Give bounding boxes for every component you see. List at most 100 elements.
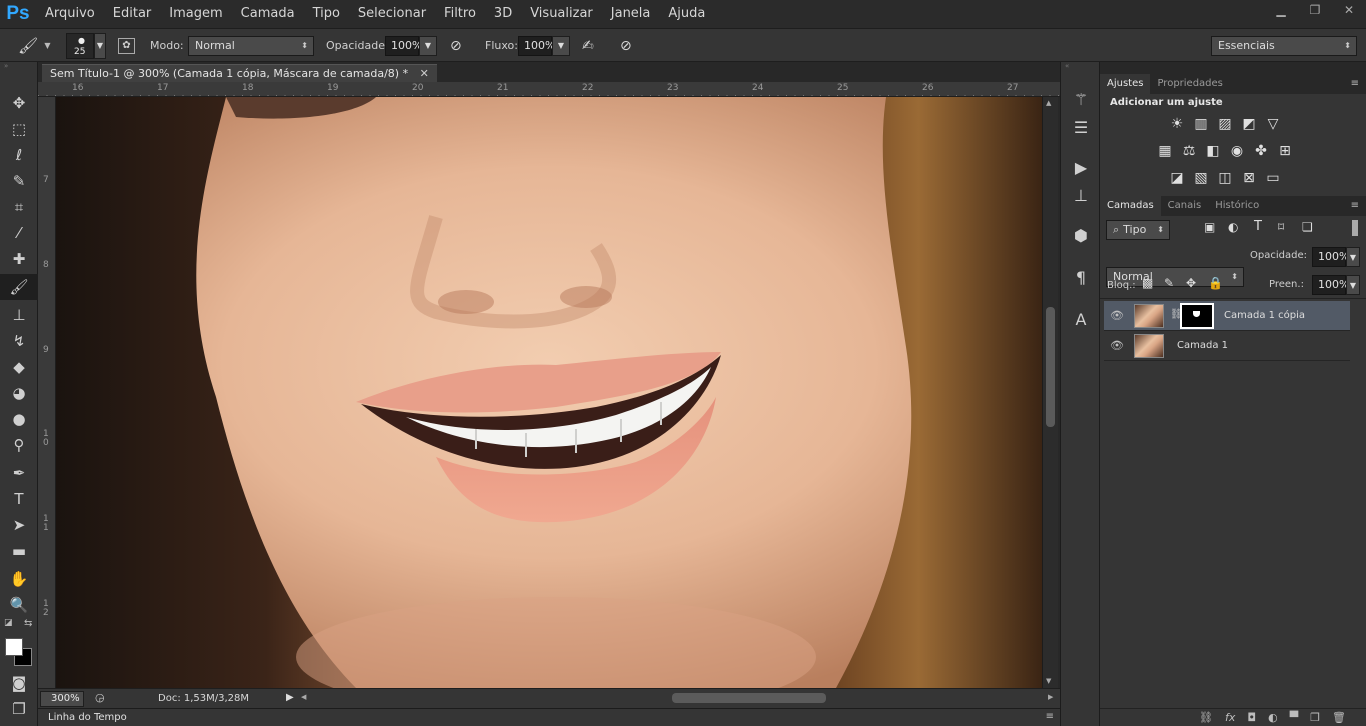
- posterize-icon[interactable]: ▧: [1192, 169, 1210, 187]
- quick-select-tool-icon[interactable]: ✎: [0, 168, 38, 194]
- document-tab[interactable]: Sem Título-1 @ 300% (Camada 1 cópia, Más…: [42, 64, 437, 82]
- screen-mode-icon[interactable]: ❐: [0, 696, 38, 722]
- timeline-panel[interactable]: Linha do Tempo ≡: [38, 708, 1060, 726]
- history-brush-tool-icon[interactable]: ↯: [0, 328, 38, 354]
- curves-icon[interactable]: ▨: [1216, 115, 1234, 133]
- scroll-left-icon[interactable]: ◀: [301, 693, 306, 701]
- restore-icon[interactable]: ❐: [1298, 0, 1332, 20]
- photo-filter-icon[interactable]: ◉: [1228, 142, 1246, 160]
- foreground-color-swatch[interactable]: [5, 638, 23, 656]
- marquee-tool-icon[interactable]: ⬚: [0, 116, 38, 142]
- quick-mask-icon[interactable]: ◙: [0, 670, 38, 696]
- hand-tool-icon[interactable]: ✋: [0, 566, 38, 592]
- menu-janela[interactable]: Janela: [602, 0, 660, 28]
- move-tool-icon[interactable]: ✥: [0, 90, 38, 116]
- tab-canais[interactable]: Canais: [1161, 196, 1209, 216]
- add-mask-icon[interactable]: ◘: [1247, 711, 1256, 724]
- lock-transparent-icon[interactable]: ▩: [1142, 276, 1153, 290]
- flow-dropdown[interactable]: ▼: [552, 35, 570, 56]
- brush-panel-toggle[interactable]: ✿: [118, 29, 135, 62]
- channel-mixer-icon[interactable]: ✤: [1252, 142, 1270, 160]
- menu-camada[interactable]: Camada: [232, 0, 304, 28]
- lock-paint-icon[interactable]: ✎: [1164, 276, 1174, 290]
- menu-editar[interactable]: Editar: [104, 0, 161, 28]
- brush-size-dropdown[interactable]: ▼: [94, 32, 106, 59]
- rectangle-tool-icon[interactable]: ▬: [0, 538, 38, 564]
- selective-color-icon[interactable]: ⊠: [1240, 169, 1258, 187]
- brush-settings-icon[interactable]: ☰: [1061, 114, 1101, 140]
- filter-pixel-icon[interactable]: ▣: [1204, 220, 1215, 234]
- clone-stamp-tool-icon[interactable]: ⊥: [0, 302, 38, 328]
- filter-type-icon[interactable]: T: [1254, 219, 1262, 234]
- pressure-size-icon[interactable]: ⊘: [620, 38, 632, 54]
- workspace-select[interactable]: Essenciais ⬍: [1211, 35, 1357, 56]
- scroll-up-icon[interactable]: ▲: [1046, 99, 1051, 107]
- layer-row-camada-1[interactable]: 👁 Camada 1: [1104, 331, 1350, 361]
- filter-smart-object-icon[interactable]: ❏: [1302, 220, 1313, 234]
- hue-saturation-icon[interactable]: ▦: [1156, 142, 1174, 160]
- color-lookup-icon[interactable]: ⊞: [1276, 142, 1294, 160]
- status-menu-icon[interactable]: ◶: [95, 691, 105, 704]
- brightness-icon[interactable]: ☀: [1168, 115, 1186, 133]
- filter-adjustment-icon[interactable]: ◐: [1228, 220, 1238, 234]
- scroll-down-icon[interactable]: ▼: [1046, 677, 1051, 685]
- gradient-map-icon[interactable]: ▭: [1264, 169, 1282, 187]
- opacity-input[interactable]: 100%: [385, 35, 422, 56]
- swap-colors-icon[interactable]: ⇆: [24, 618, 32, 629]
- minimize-icon[interactable]: ▁: [1264, 0, 1298, 20]
- invert-icon[interactable]: ◪: [1168, 169, 1186, 187]
- menu-arquivo[interactable]: Arquivo: [36, 0, 104, 28]
- visibility-eye-icon[interactable]: 👁: [1110, 309, 1124, 322]
- close-tab-icon[interactable]: ✕: [420, 67, 429, 80]
- paint-bucket-tool-icon[interactable]: ◕: [0, 380, 38, 406]
- filter-shape-icon[interactable]: ⌑: [1278, 220, 1284, 234]
- lock-position-icon[interactable]: ✥: [1186, 276, 1196, 290]
- dodge-tool-icon[interactable]: ⚲: [0, 432, 38, 458]
- collapse-icon[interactable]: «: [1065, 62, 1069, 70]
- panel-menu-icon[interactable]: ≡: [1344, 74, 1366, 94]
- collapse-icon[interactable]: »: [0, 62, 37, 70]
- panel-menu-icon[interactable]: ≡: [1344, 196, 1366, 216]
- brush-tool-icon[interactable]: 🖌: [0, 274, 38, 300]
- black-white-icon[interactable]: ◧: [1204, 142, 1222, 160]
- link-layers-icon[interactable]: ⛓: [1199, 711, 1213, 724]
- tab-historico[interactable]: Histórico: [1208, 196, 1266, 216]
- threshold-icon[interactable]: ◫: [1216, 169, 1234, 187]
- brush-tool-preset[interactable]: 🖌 ▼: [18, 29, 50, 62]
- menu-tipo[interactable]: Tipo: [304, 0, 349, 28]
- layer-opacity-input[interactable]: 100%: [1312, 247, 1349, 267]
- zoom-input[interactable]: 300%: [40, 691, 84, 707]
- horizontal-scroll-thumb[interactable]: [672, 693, 826, 703]
- new-layer-icon[interactable]: ❐: [1310, 711, 1320, 724]
- layer-row-camada-1-copia[interactable]: 👁 ⛓ Camada 1 cópia: [1104, 301, 1350, 331]
- fill-input[interactable]: 100%: [1312, 275, 1349, 295]
- vertical-scrollbar[interactable]: ▲ ▼: [1042, 97, 1058, 688]
- tab-propriedades[interactable]: Propriedades: [1150, 74, 1229, 94]
- lock-all-icon[interactable]: 🔒: [1208, 276, 1223, 290]
- trash-icon[interactable]: 🗑: [1332, 711, 1346, 724]
- levels-icon[interactable]: ▥: [1192, 115, 1210, 133]
- actions-play-icon[interactable]: ▶: [1061, 154, 1101, 180]
- zoom-tool-icon[interactable]: 🔍: [0, 592, 38, 618]
- pen-tool-icon[interactable]: ✒: [0, 460, 38, 486]
- panel-menu-icon[interactable]: ≡: [1046, 711, 1054, 722]
- default-colors-icon[interactable]: ◪: [4, 618, 13, 628]
- close-icon[interactable]: ✕: [1332, 0, 1366, 20]
- pressure-opacity-icon[interactable]: ⊘: [450, 38, 462, 54]
- menu-imagem[interactable]: Imagem: [160, 0, 231, 28]
- eraser-tool-icon[interactable]: ◆: [0, 354, 38, 380]
- scroll-right-icon[interactable]: ▶: [1048, 693, 1053, 701]
- clone-source-icon[interactable]: ⊥: [1061, 182, 1101, 208]
- menu-filtro[interactable]: Filtro: [435, 0, 485, 28]
- color-balance-icon[interactable]: ⚖: [1180, 142, 1198, 160]
- type-tool-icon[interactable]: T: [0, 486, 38, 512]
- tab-camadas[interactable]: Camadas: [1100, 196, 1161, 216]
- crop-tool-icon[interactable]: ⌗: [0, 194, 38, 220]
- adjustment-layer-icon[interactable]: ◐: [1268, 711, 1278, 724]
- visibility-eye-icon[interactable]: 👁: [1110, 339, 1124, 352]
- layer-opacity-dropdown[interactable]: ▼: [1346, 247, 1360, 267]
- exposure-icon[interactable]: ◩: [1240, 115, 1258, 133]
- status-arrow-icon[interactable]: ▶: [286, 692, 294, 703]
- paragraph-icon[interactable]: ¶: [1061, 264, 1101, 290]
- opacity-dropdown[interactable]: ▼: [419, 35, 437, 56]
